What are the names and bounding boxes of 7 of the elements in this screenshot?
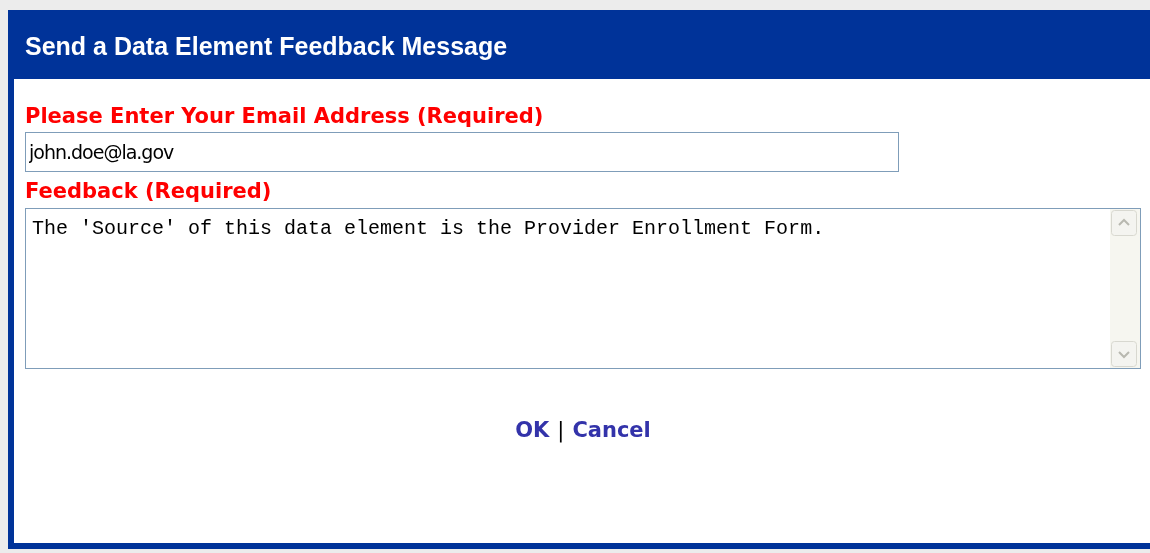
field-label: Please Enter Your Email Address (Required)	[25, 103, 544, 129]
action-link[interactable]: Cancel	[572, 415, 651, 447]
email-field[interactable]: john.doe@la.gov	[25, 132, 899, 172]
separator: |	[557, 417, 565, 445]
dialog-title: Send a Data Element Feedback Message	[25, 31, 508, 63]
field-label: Feedback (Required)	[25, 178, 272, 204]
action-link[interactable]: OK	[515, 415, 550, 447]
